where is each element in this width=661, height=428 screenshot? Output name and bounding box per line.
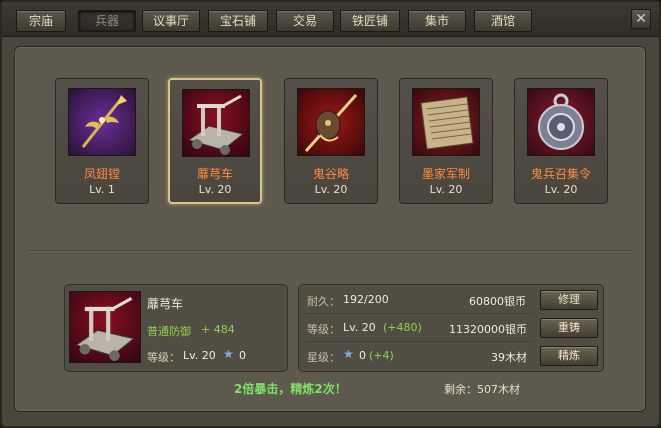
weapon-card[interactable]: 鬼谷略 Lv. 20	[284, 78, 378, 204]
tab-trade[interactable]: 交易	[276, 10, 334, 32]
close-icon[interactable]: ✕	[631, 9, 651, 29]
tab-weapons[interactable]: 兵器	[78, 10, 136, 32]
siege-ballista-cart-icon	[69, 291, 141, 363]
star-icon: ★	[223, 347, 234, 361]
durability-label: 耐久：	[307, 295, 340, 308]
item-level: Lv. 20	[198, 183, 232, 196]
repair-button[interactable]: 修理	[540, 290, 598, 310]
tab-market[interactable]: 集市	[408, 10, 466, 32]
remaining-wood: 剩余：507木材	[444, 383, 520, 396]
golden-halberd-icon	[68, 88, 136, 156]
tab-bar: 宗庙 兵器 议事厅 宝石铺 交易 铁匠铺 集市 酒馆 ✕	[2, 2, 659, 37]
star-icon: ★	[343, 347, 354, 361]
item-level: Lv. 1	[89, 183, 115, 196]
item-name: 鬼兵召集令	[530, 167, 591, 181]
divider	[305, 313, 533, 314]
gourd-staff-icon	[297, 88, 365, 156]
weapon-card[interactable]: 凤翅镗 Lv. 1	[55, 78, 149, 204]
item-level: Lv. 20	[544, 183, 578, 196]
star-value: 0	[359, 349, 366, 362]
ghost-token-icon	[527, 88, 595, 156]
star-label: 星级：	[307, 351, 340, 364]
star-count: 0	[239, 349, 246, 362]
stat-value: + 484	[201, 323, 235, 336]
stat-label: 普通防御	[147, 325, 191, 338]
tab-gem-shop[interactable]: 宝石铺	[208, 10, 268, 32]
refine-button[interactable]: 精炼	[540, 346, 598, 366]
weapon-card[interactable]: 墨家军制 Lv. 20	[399, 78, 493, 204]
weapon-window: 宗庙 兵器 议事厅 宝石铺 交易 铁匠铺 集市 酒馆 ✕ 凤翅镗 Lv. 1 蘼…	[0, 0, 661, 428]
level-value: Lv. 20	[183, 349, 216, 362]
selected-item-name: 蘼芎车	[147, 297, 184, 311]
divider	[305, 341, 533, 342]
bamboo-scroll-icon	[412, 88, 480, 156]
crit-message: 2倍暴击，精炼2次！	[234, 382, 347, 396]
tab-blacksmith[interactable]: 铁匠铺	[340, 10, 400, 32]
weapon-card-selected[interactable]: 蘼芎车 Lv. 20	[168, 78, 262, 204]
level-bonus: (+480)	[383, 321, 422, 334]
item-name: 墨家军制	[421, 167, 470, 181]
item-name: 鬼谷略	[312, 167, 349, 181]
tab-council-hall[interactable]: 议事厅	[142, 10, 200, 32]
siege-ballista-cart-icon	[182, 89, 250, 157]
star-bonus: (+4)	[369, 349, 394, 362]
level-value: Lv. 20	[343, 321, 376, 334]
item-level: Lv. 20	[314, 183, 348, 196]
item-name: 凤翅镗	[83, 167, 120, 181]
item-name: 蘼芎车	[196, 167, 233, 181]
tab-tavern[interactable]: 酒馆	[474, 10, 532, 32]
selected-item-panel: 蘼芎车 普通防御 + 484 等级： Lv. 20 ★ 0	[64, 284, 288, 372]
refine-cost: 39木材	[491, 351, 527, 364]
divider	[28, 250, 633, 252]
upgrade-panel: 耐久： 192/200 60800银币 修理 等级： Lv. 20 (+480)…	[298, 284, 604, 372]
weapon-card[interactable]: 鬼兵召集令 Lv. 20	[514, 78, 608, 204]
item-level: Lv. 20	[429, 183, 463, 196]
durability-value: 192/200	[343, 293, 389, 306]
recast-cost: 11320000银币	[449, 323, 527, 336]
recast-button[interactable]: 重铸	[540, 318, 598, 338]
repair-cost: 60800银币	[469, 295, 526, 308]
tab-ancestral-temple[interactable]: 宗庙	[16, 10, 66, 32]
level-label: 等级：	[147, 351, 180, 364]
level-label: 等级：	[307, 323, 340, 336]
